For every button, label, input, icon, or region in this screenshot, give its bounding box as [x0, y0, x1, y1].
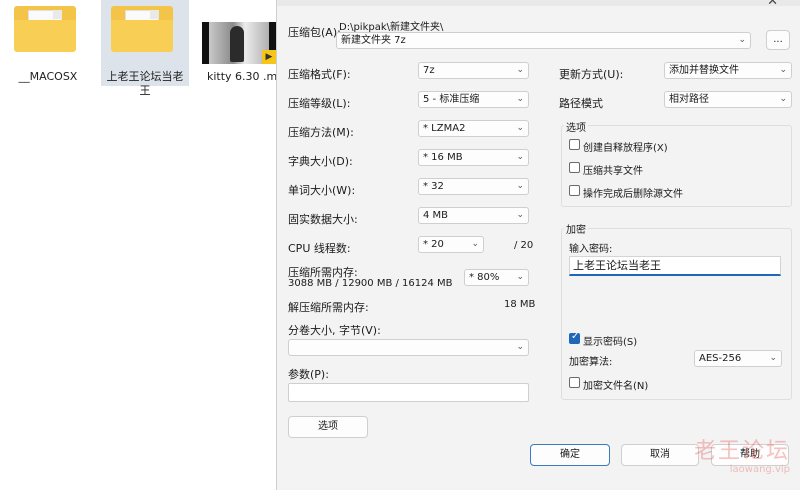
path-mode-value: 相对路径 — [669, 94, 709, 105]
close-icon[interactable]: ✕ — [767, 0, 778, 9]
add-to-archive-dialog: ✕ 压缩包(A): D:\pikpak\新建文件夹\ 新建文件夹 7z ⌄ ..… — [276, 0, 800, 490]
folder-icon — [111, 0, 173, 52]
chevron-down-icon: ⌄ — [516, 65, 524, 75]
chevron-down-icon: ⌄ — [516, 272, 524, 282]
archive-label: 压缩包(A): — [288, 26, 341, 39]
enc-method-label: 加密算法: — [569, 357, 613, 368]
cpu-label: CPU 线程数: — [288, 242, 351, 255]
options-group-title: 选项 — [564, 119, 588, 134]
cancel-button[interactable]: 取消 — [621, 444, 699, 466]
solid-select[interactable]: 4 MB ⌄ — [418, 207, 529, 224]
path-mode-label: 路径模式 — [559, 97, 603, 110]
shared-checkbox[interactable] — [569, 162, 580, 173]
split-select[interactable]: ⌄ — [288, 339, 529, 356]
format-label: 压缩格式(F): — [288, 68, 351, 81]
split-label: 分卷大小, 字节(V): — [288, 324, 381, 337]
chevron-down-icon: ⌄ — [471, 239, 479, 249]
shared-label[interactable]: 压缩共享文件 — [583, 162, 643, 177]
chevron-down-icon: ⌄ — [516, 210, 524, 220]
update-value: 添加并替换文件 — [669, 65, 739, 76]
level-value: 5 - 标准压缩 — [423, 94, 480, 105]
encrypt-names-checkbox[interactable] — [569, 377, 580, 388]
encrypt-names-label[interactable]: 加密文件名(N) — [583, 377, 648, 392]
enc-method-select[interactable]: AES-256 ⌄ — [694, 350, 782, 367]
sfx-checkbox[interactable] — [569, 139, 580, 150]
watermark: 老王论坛 laowang.vip — [694, 440, 790, 476]
solid-value: 4 MB — [423, 210, 449, 221]
mem-value: * 80% — [469, 272, 500, 283]
delete-checkbox[interactable] — [569, 185, 580, 196]
password-input[interactable]: 上老王论坛当老王 — [569, 256, 781, 276]
level-label: 压缩等级(L): — [288, 97, 351, 110]
method-select[interactable]: * LZMA2 ⌄ — [418, 120, 529, 137]
method-value: * LZMA2 — [423, 123, 466, 134]
show-password-label[interactable]: 显示密码(S) — [583, 333, 637, 348]
solid-label: 固实数据大小: — [288, 213, 358, 226]
archive-name-value: 新建文件夹 7z — [341, 35, 406, 46]
folder-macosx[interactable]: __MACOSX — [4, 0, 92, 86]
options-button[interactable]: 选项 — [288, 416, 368, 438]
word-select[interactable]: * 32 ⌄ — [418, 178, 529, 195]
dict-value: * 16 MB — [423, 152, 463, 163]
cpu-value: * 20 — [423, 239, 444, 250]
chevron-down-icon: ⌄ — [769, 353, 777, 363]
level-select[interactable]: 5 - 标准压缩 ⌄ — [418, 91, 529, 108]
update-select[interactable]: 添加并替换文件 ⌄ — [664, 62, 792, 79]
cpu-max: / 20 — [514, 240, 534, 251]
folder-label: __MACOSX — [18, 70, 78, 83]
format-select[interactable]: 7z ⌄ — [418, 62, 529, 79]
mem-detail: 3088 MB / 12900 MB / 16124 MB — [288, 278, 453, 289]
chevron-down-icon: ⌄ — [516, 181, 524, 191]
cpu-select[interactable]: * 20 ⌄ — [418, 236, 484, 253]
chevron-down-icon: ⌄ — [779, 65, 787, 75]
archive-name-combo[interactable]: 新建文件夹 7z ⌄ — [336, 32, 751, 49]
folder-laowang[interactable]: 上老王论坛当老王 — [101, 0, 189, 97]
watermark-en: laowang.vip — [729, 464, 790, 475]
chevron-down-icon[interactable]: ⌄ — [738, 33, 746, 48]
title-bar — [277, 0, 800, 6]
ok-button[interactable]: 确定 — [530, 444, 610, 466]
chevron-down-icon: ⌄ — [516, 94, 524, 104]
params-input[interactable] — [288, 383, 529, 402]
word-label: 单词大小(W): — [288, 184, 356, 197]
video-label: kitty 6.30 .mp4 — [207, 70, 292, 83]
encryption-group-title: 加密 — [564, 221, 588, 236]
show-password-checkbox[interactable] — [569, 331, 580, 344]
mem-select[interactable]: * 80% ⌄ — [464, 269, 529, 286]
chevron-down-icon: ⌄ — [516, 123, 524, 133]
chevron-down-icon: ⌄ — [516, 152, 524, 162]
decomp-value: 18 MB — [504, 299, 536, 310]
decomp-label: 解压缩所需内存: — [288, 301, 369, 314]
method-label: 压缩方法(M): — [288, 126, 354, 139]
watermark-cn: 老王论坛 — [693, 439, 790, 464]
enc-method-value: AES-256 — [699, 353, 742, 364]
sfx-label[interactable]: 创建自释放程序(X) — [583, 139, 668, 154]
folder-icon — [14, 0, 76, 52]
browse-button[interactable]: ... — [766, 30, 790, 50]
archive-path: D:\pikpak\新建文件夹\ — [339, 22, 444, 33]
video-file[interactable]: ▶ kitty 6.30 .mp4 — [198, 0, 291, 86]
params-label: 参数(P): — [288, 368, 329, 381]
delete-label[interactable]: 操作完成后删除源文件 — [583, 185, 683, 200]
chevron-down-icon: ⌄ — [516, 342, 524, 352]
video-thumbnail-icon: ▶ — [202, 22, 276, 64]
word-value: * 32 — [423, 181, 444, 192]
dict-select[interactable]: * 16 MB ⌄ — [418, 149, 529, 166]
dict-label: 字典大小(D): — [288, 155, 353, 168]
password-label: 输入密码: — [569, 244, 613, 255]
format-value: 7z — [423, 65, 435, 76]
path-mode-select[interactable]: 相对路径 ⌄ — [664, 91, 792, 108]
chevron-down-icon: ⌄ — [779, 94, 787, 104]
folder-label: 上老王论坛当老王 — [106, 70, 184, 97]
update-label: 更新方式(U): — [559, 68, 624, 81]
